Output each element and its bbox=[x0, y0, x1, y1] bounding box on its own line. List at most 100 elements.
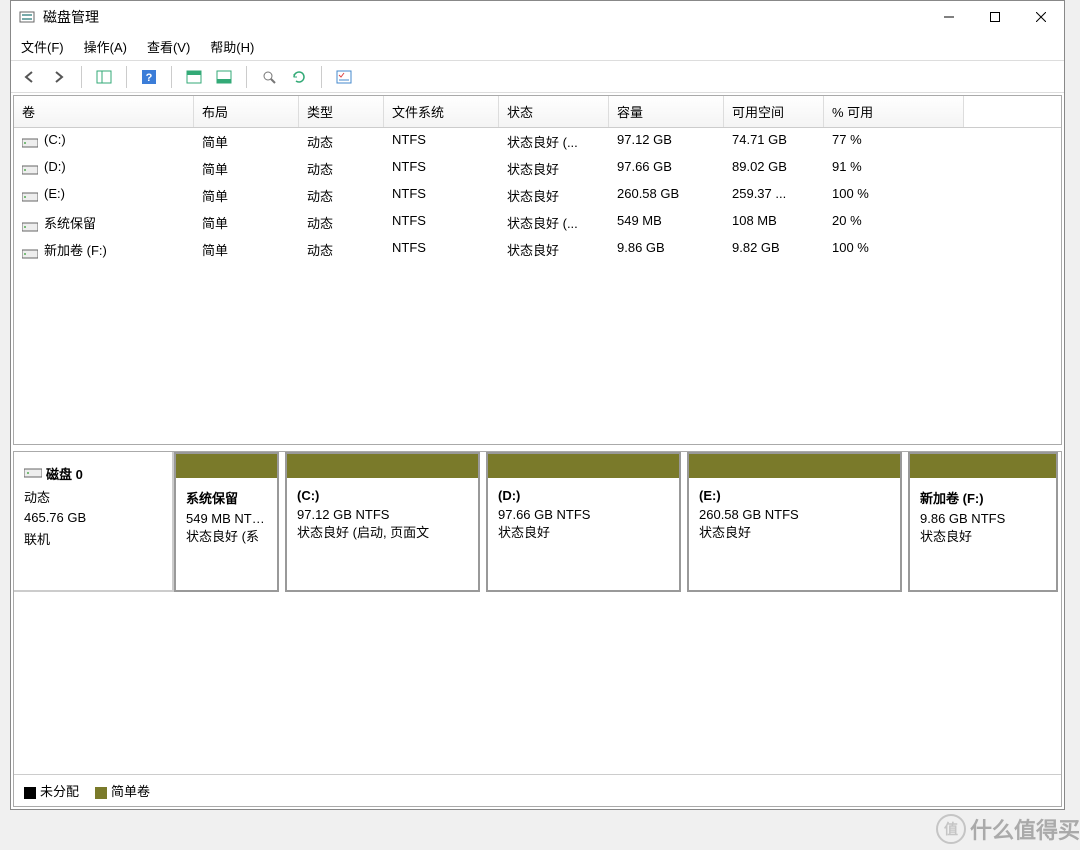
volume-list-header: 卷 布局 类型 文件系统 状态 容量 可用空间 % 可用 bbox=[14, 96, 1061, 128]
cell-fs: NTFS bbox=[384, 236, 499, 263]
cell-fs: NTFS bbox=[384, 155, 499, 182]
minimize-button[interactable] bbox=[926, 2, 972, 32]
partition-info: 260.58 GB NTFS bbox=[699, 507, 890, 522]
menubar: 文件(F) 操作(A) 查看(V) 帮助(H) bbox=[11, 33, 1064, 61]
cell-capacity: 97.66 GB bbox=[609, 155, 724, 182]
checklist-icon[interactable] bbox=[332, 65, 356, 89]
svg-text:?: ? bbox=[146, 72, 153, 84]
table-row[interactable]: (E:) 简单 动态 NTFS 状态良好 260.58 GB 259.37 ..… bbox=[14, 182, 1061, 209]
menu-file[interactable]: 文件(F) bbox=[21, 37, 64, 56]
disk-name: 磁盘 0 bbox=[46, 467, 83, 482]
disk-type: 动态 bbox=[24, 487, 162, 506]
partition-map: 系统保留 549 MB NTFS 状态良好 (系 (C:) 97.12 GB N… bbox=[174, 452, 1061, 592]
partition-name: (D:) bbox=[498, 488, 669, 503]
menu-action[interactable]: 操作(A) bbox=[84, 37, 127, 56]
cell-status: 状态良好 (... bbox=[499, 209, 609, 236]
col-volume[interactable]: 卷 bbox=[14, 96, 194, 127]
separator bbox=[171, 66, 172, 88]
swatch-olive-icon bbox=[95, 787, 107, 799]
cell-type: 动态 bbox=[299, 128, 384, 155]
disk-size: 465.76 GB bbox=[24, 510, 162, 525]
cell-layout: 简单 bbox=[194, 182, 299, 209]
drive-icon bbox=[22, 163, 38, 173]
volume-name: (C:) bbox=[44, 132, 66, 147]
cell-type: 动态 bbox=[299, 155, 384, 182]
legend-simple: 简单卷 bbox=[95, 781, 150, 800]
cell-free: 9.82 GB bbox=[724, 236, 824, 263]
forward-button[interactable] bbox=[47, 65, 71, 89]
partition-bar bbox=[176, 454, 277, 478]
table-row[interactable]: 新加卷 (F:) 简单 动态 NTFS 状态良好 9.86 GB 9.82 GB… bbox=[14, 236, 1061, 263]
table-row[interactable]: 系统保留 简单 动态 NTFS 状态良好 (... 549 MB 108 MB … bbox=[14, 209, 1061, 236]
partition[interactable]: (C:) 97.12 GB NTFS 状态良好 (启动, 页面文 bbox=[285, 452, 480, 592]
cell-free: 74.71 GB bbox=[724, 128, 824, 155]
cell-fs: NTFS bbox=[384, 209, 499, 236]
maximize-button[interactable] bbox=[972, 2, 1018, 32]
volume-name: (D:) bbox=[44, 159, 66, 174]
panel-icon[interactable] bbox=[92, 65, 116, 89]
col-layout[interactable]: 布局 bbox=[194, 96, 299, 127]
separator bbox=[246, 66, 247, 88]
volume-list[interactable]: 卷 布局 类型 文件系统 状态 容量 可用空间 % 可用 (C:) 简单 动态 … bbox=[13, 95, 1062, 445]
partition[interactable]: (D:) 97.66 GB NTFS 状态良好 bbox=[486, 452, 681, 592]
cell-pct: 77 % bbox=[824, 128, 964, 155]
partition[interactable]: (E:) 260.58 GB NTFS 状态良好 bbox=[687, 452, 902, 592]
cell-layout: 简单 bbox=[194, 128, 299, 155]
watermark: 值 什么值得买 bbox=[936, 813, 1080, 845]
cell-free: 259.37 ... bbox=[724, 182, 824, 209]
col-fs[interactable]: 文件系统 bbox=[384, 96, 499, 127]
table-row[interactable]: (D:) 简单 动态 NTFS 状态良好 97.66 GB 89.02 GB 9… bbox=[14, 155, 1061, 182]
cell-pct: 100 % bbox=[824, 182, 964, 209]
partition-info: 549 MB NTFS bbox=[186, 511, 267, 526]
window-title: 磁盘管理 bbox=[43, 7, 926, 27]
disk-mgmt-icon bbox=[19, 9, 35, 25]
cell-capacity: 549 MB bbox=[609, 209, 724, 236]
partition-status: 状态良好 bbox=[699, 522, 890, 541]
disk-info[interactable]: 磁盘 0 动态 465.76 GB 联机 bbox=[14, 452, 174, 592]
col-free[interactable]: 可用空间 bbox=[724, 96, 824, 127]
disk-graphic-pane: 磁盘 0 动态 465.76 GB 联机 系统保留 549 MB NTFS 状态… bbox=[13, 451, 1062, 807]
table-row[interactable]: (C:) 简单 动态 NTFS 状态良好 (... 97.12 GB 74.71… bbox=[14, 128, 1061, 155]
partition-status: 状态良好 (系 bbox=[186, 526, 267, 545]
partition-status: 状态良好 (启动, 页面文 bbox=[297, 522, 468, 541]
partition[interactable]: 系统保留 549 MB NTFS 状态良好 (系 bbox=[174, 452, 279, 592]
swatch-black-icon bbox=[24, 787, 36, 799]
partition-name: 系统保留 bbox=[186, 488, 267, 507]
col-status[interactable]: 状态 bbox=[499, 96, 609, 127]
cell-pct: 100 % bbox=[824, 236, 964, 263]
cell-type: 动态 bbox=[299, 182, 384, 209]
partition-bar bbox=[488, 454, 679, 478]
cell-status: 状态良好 bbox=[499, 155, 609, 182]
cell-type: 动态 bbox=[299, 236, 384, 263]
disk-status: 联机 bbox=[24, 529, 162, 548]
menu-view[interactable]: 查看(V) bbox=[147, 37, 190, 56]
col-pct[interactable]: % 可用 bbox=[824, 96, 964, 127]
drive-icon bbox=[22, 220, 38, 230]
view-top-icon[interactable] bbox=[182, 65, 206, 89]
toolbar: ? bbox=[11, 61, 1064, 93]
back-button[interactable] bbox=[17, 65, 41, 89]
watermark-text: 什么值得买 bbox=[970, 813, 1080, 845]
disk-management-window: 磁盘管理 文件(F) 操作(A) 查看(V) 帮助(H) ? 卷 布局 bbox=[10, 0, 1065, 810]
titlebar: 磁盘管理 bbox=[11, 1, 1064, 33]
view-bottom-icon[interactable] bbox=[212, 65, 236, 89]
content-area: 卷 布局 类型 文件系统 状态 容量 可用空间 % 可用 (C:) 简单 动态 … bbox=[13, 95, 1062, 807]
partition-name: (E:) bbox=[699, 488, 890, 503]
menu-help[interactable]: 帮助(H) bbox=[210, 37, 254, 56]
partition-name: 新加卷 (F:) bbox=[920, 488, 1046, 507]
partition-bar bbox=[287, 454, 478, 478]
cell-status: 状态良好 bbox=[499, 182, 609, 209]
cell-capacity: 260.58 GB bbox=[609, 182, 724, 209]
partition[interactable]: 新加卷 (F:) 9.86 GB NTFS 状态良好 bbox=[908, 452, 1058, 592]
refresh-icon[interactable] bbox=[287, 65, 311, 89]
col-type[interactable]: 类型 bbox=[299, 96, 384, 127]
close-button[interactable] bbox=[1018, 2, 1064, 32]
cell-status: 状态良好 bbox=[499, 236, 609, 263]
cell-capacity: 9.86 GB bbox=[609, 236, 724, 263]
cell-fs: NTFS bbox=[384, 182, 499, 209]
search-icon[interactable] bbox=[257, 65, 281, 89]
help-icon[interactable]: ? bbox=[137, 65, 161, 89]
watermark-logo-icon: 值 bbox=[936, 814, 966, 844]
col-capacity[interactable]: 容量 bbox=[609, 96, 724, 127]
separator bbox=[321, 66, 322, 88]
